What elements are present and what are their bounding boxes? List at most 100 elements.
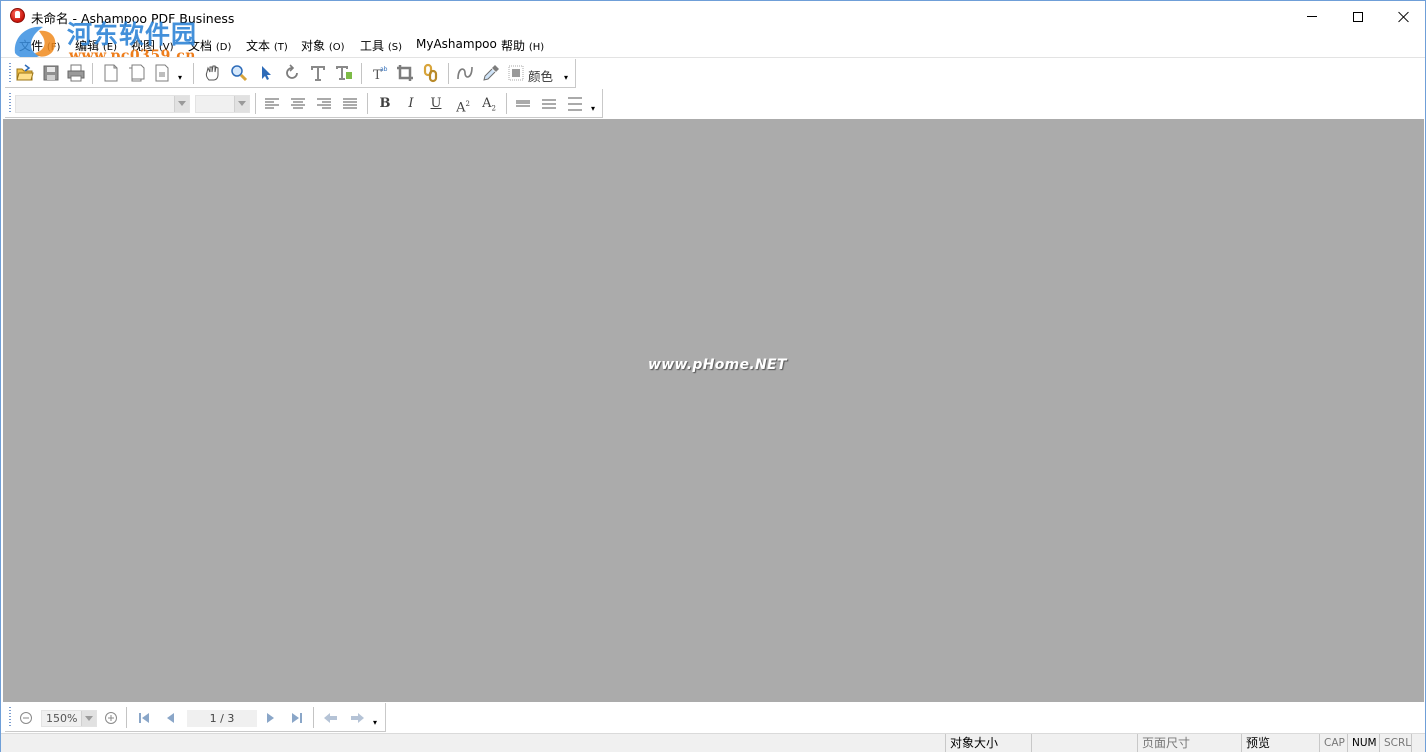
superscript-exp: 2	[465, 100, 470, 108]
subscript-button[interactable]: A2	[479, 94, 499, 114]
menu-myashampoo-label: MyAshampoo	[416, 37, 497, 51]
zoom-out-icon[interactable]	[16, 708, 36, 728]
status-page-size: 页面尺寸	[1137, 734, 1241, 752]
line-spacing-double-icon[interactable]	[565, 94, 585, 114]
chevron-down-icon[interactable]	[81, 711, 96, 726]
format-toolbar: B I U A2 A2 ▾	[5, 89, 603, 118]
eyedropper-icon[interactable]	[481, 63, 501, 83]
toolbar-separator	[126, 707, 127, 728]
toolbar-separator	[448, 63, 449, 84]
italic-button[interactable]: I	[401, 94, 421, 114]
toolbar-grip[interactable]	[9, 63, 11, 84]
copy-page-icon[interactable]	[126, 63, 146, 83]
toolbar-separator	[313, 707, 314, 728]
menu-help-label: 帮助	[501, 39, 526, 53]
menu-text-accel: (T)	[273, 42, 288, 53]
new-page-icon[interactable]	[101, 63, 121, 83]
status-cap: CAP	[1319, 734, 1347, 752]
zoom-value: 150%	[46, 712, 78, 725]
color-label[interactable]: 颜色	[528, 66, 553, 85]
toolbar-overflow-icon[interactable]: ▾	[591, 104, 595, 113]
crop-icon[interactable]	[395, 63, 415, 83]
minimize-icon	[1307, 16, 1317, 17]
toolbar-separator	[506, 93, 507, 114]
canvas-watermark: www.pHome.NET	[648, 357, 787, 373]
menu-document-accel: (D)	[215, 42, 232, 53]
rotate-icon[interactable]	[282, 63, 302, 83]
menu-help[interactable]: 帮助 (H)	[501, 37, 544, 54]
navigation-area: 150% 1 / 3 ▾	[1, 702, 1425, 733]
zoom-tool-icon[interactable]	[229, 63, 249, 83]
status-empty-cell	[1031, 734, 1137, 752]
document-canvas[interactable]: www.pHome.NET	[3, 119, 1424, 702]
toolbar-separator	[367, 93, 368, 114]
zoom-in-icon[interactable]	[101, 708, 121, 728]
text-tool-icon[interactable]	[308, 63, 328, 83]
select-arrow-icon[interactable]	[256, 63, 276, 83]
resize-grip-icon[interactable]	[1411, 734, 1425, 752]
bold-button[interactable]: B	[375, 94, 395, 114]
toolbar-overflow-icon[interactable]: ▾	[373, 718, 377, 727]
color-swatch-icon[interactable]	[506, 63, 526, 83]
toolbar-overflow-icon[interactable]: ▾	[564, 73, 568, 82]
status-object-size: 对象大小	[945, 734, 1031, 752]
app-window: 未命名 - Ashampoo PDF Business 文件 (F) 编辑 (E…	[0, 0, 1426, 752]
minimize-button[interactable]	[1289, 1, 1335, 32]
toolbar-separator	[193, 63, 194, 84]
previous-page-icon[interactable]	[160, 708, 180, 728]
subscript-exp: 2	[491, 104, 496, 113]
hand-tool-icon[interactable]	[203, 63, 223, 83]
last-page-icon[interactable]	[287, 708, 307, 728]
toolbar-grip[interactable]	[9, 707, 11, 728]
status-preview: 预览	[1241, 734, 1319, 752]
line-spacing-medium-icon[interactable]	[539, 94, 559, 114]
open-folder-icon[interactable]	[15, 63, 35, 83]
navigation-toolbar: 150% 1 / 3 ▾	[5, 703, 386, 732]
toolbar-grip[interactable]	[9, 93, 11, 114]
chevron-down-icon[interactable]	[234, 96, 249, 112]
close-icon	[1398, 11, 1410, 23]
menu-text[interactable]: 文本 (T)	[246, 37, 288, 54]
font-size-select[interactable]	[195, 95, 250, 113]
curve-icon[interactable]	[455, 63, 475, 83]
toolbar-area: ▾ T ab 颜色 ▾ B I U A2 A2 ▾	[1, 57, 1425, 118]
first-page-icon[interactable]	[134, 708, 154, 728]
maximize-icon	[1353, 11, 1363, 22]
title-bar: 未命名 - Ashampoo PDF Business	[1, 1, 1425, 32]
menu-bar: 文件 (F) 编辑 (E) 视图 (V) 文档 (D) 文本 (T) 对象 (O…	[1, 33, 1425, 56]
menu-object-label: 对象	[301, 39, 326, 53]
menu-help-accel: (H)	[528, 42, 545, 53]
text-edit-icon[interactable]	[334, 63, 354, 83]
zoom-select[interactable]: 150%	[41, 710, 97, 727]
align-right-icon[interactable]	[314, 94, 334, 114]
toolbar-overflow-icon[interactable]: ▾	[178, 73, 182, 82]
page-options-icon[interactable]	[152, 63, 172, 83]
maximize-button[interactable]	[1335, 1, 1381, 32]
close-button[interactable]	[1381, 1, 1426, 32]
link-icon[interactable]	[421, 63, 441, 83]
align-justify-icon[interactable]	[340, 94, 360, 114]
text-format-icon[interactable]: T ab	[369, 63, 389, 83]
align-left-icon[interactable]	[262, 94, 282, 114]
status-num: NUM	[1347, 734, 1379, 752]
print-icon[interactable]	[66, 63, 86, 83]
toolbar-separator	[361, 63, 362, 84]
svg-text:ab: ab	[380, 66, 388, 73]
line-spacing-single-icon[interactable]	[513, 94, 533, 114]
menu-myashampoo[interactable]: MyAshampoo	[416, 37, 497, 51]
history-forward-icon[interactable]	[347, 708, 367, 728]
font-family-select[interactable]	[15, 95, 190, 113]
menu-object[interactable]: 对象 (O)	[301, 37, 345, 54]
underline-button[interactable]: U	[426, 94, 446, 114]
superscript-button[interactable]: A2	[453, 94, 473, 115]
menu-tools[interactable]: 工具 (S)	[360, 37, 402, 54]
chevron-down-icon[interactable]	[174, 96, 189, 112]
page-indicator[interactable]: 1 / 3	[187, 710, 257, 727]
toolbar-separator	[255, 93, 256, 114]
save-icon[interactable]	[41, 63, 61, 83]
history-back-icon[interactable]	[321, 708, 341, 728]
toolbar-separator	[92, 63, 93, 84]
align-center-icon[interactable]	[288, 94, 308, 114]
status-bar: 对象大小 页面尺寸 预览 CAP NUM SCRL	[1, 733, 1425, 752]
next-page-icon[interactable]	[261, 708, 281, 728]
